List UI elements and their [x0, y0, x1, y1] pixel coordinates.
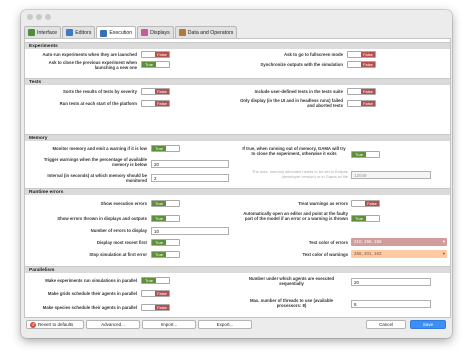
- parallel-species-label: Make species schedule their agents in pa…: [42, 305, 137, 310]
- number-of-errors-label: Number of errors to display: [90, 228, 147, 233]
- section-header-memory: Memory: [25, 134, 450, 141]
- sequential-threshold-label: Number under which agents are executed s…: [248, 276, 335, 287]
- editors-icon: [66, 29, 74, 36]
- warning-color-value: 255, 201, 162: [354, 251, 382, 256]
- only-failed-tests-toggle[interactable]: False: [347, 100, 376, 107]
- tab-label: Execution: [109, 30, 133, 36]
- warning-color-picker[interactable]: 255, 201, 162 ▾: [351, 250, 447, 258]
- memory-threshold-field[interactable]: 20: [151, 160, 229, 168]
- sync-outputs-toggle[interactable]: False: [347, 61, 376, 68]
- parallel-species-toggle[interactable]: False: [141, 304, 170, 311]
- close-window-button[interactable]: [27, 14, 33, 20]
- fullscreen-toggle[interactable]: False: [347, 51, 376, 58]
- tab-displays[interactable]: Displays: [137, 26, 174, 38]
- revert-label: Revert to defaults: [38, 322, 74, 327]
- parallel-experiments-label: Make experiments run simulations in para…: [45, 278, 137, 283]
- export-button[interactable]: Export...: [198, 320, 252, 329]
- preferences-window: Interface Editors Execution Displays Dat…: [21, 10, 452, 338]
- recent-first-toggle[interactable]: True: [151, 239, 180, 246]
- execution-icon: [100, 29, 108, 37]
- sort-tests-label: Sorts the results of tests by severity: [62, 89, 137, 94]
- section-header-runtime-errors: Runtime errors: [25, 188, 450, 195]
- show-thrown-errors-toggle[interactable]: True: [151, 215, 180, 222]
- ask-close-label: Ask to close the previous experiment whe…: [48, 60, 137, 71]
- user-defined-tests-toggle[interactable]: False: [347, 88, 376, 95]
- stop-simulation-label: Stop simulation at first error: [89, 252, 147, 257]
- max-threads-label: Max. number of threads to use (available…: [249, 298, 334, 309]
- autorun-label: Auto-run experiments when they are launc…: [42, 52, 137, 57]
- number-of-errors-field[interactable]: 10: [151, 227, 229, 235]
- stop-simulation-toggle[interactable]: True: [151, 251, 180, 258]
- monitor-memory-label: Monitor memory and emit a warning if it …: [52, 146, 147, 151]
- tab-label: Displays: [150, 29, 170, 36]
- advanced-button[interactable]: Advanced...: [86, 320, 140, 329]
- sync-outputs-label: Synchronize outputs with the simulation: [260, 62, 343, 67]
- max-threads-field[interactable]: 8: [351, 300, 431, 308]
- max-memory-note: The max. memory allocated needs to be se…: [251, 169, 348, 179]
- fullscreen-label: Ask to go to fullscreen mode: [284, 52, 343, 57]
- recent-first-label: Display most recent first: [96, 240, 147, 245]
- sort-tests-toggle[interactable]: False: [141, 88, 170, 95]
- tab-bar: Interface Editors Execution Displays Dat…: [24, 26, 238, 39]
- memory-threshold-label: Trigger warnings when the percentage of …: [43, 157, 147, 168]
- import-button[interactable]: Import...: [142, 320, 196, 329]
- tab-label: Editors: [75, 29, 92, 36]
- auto-open-editor-label: Automatically open an editor and point a…: [243, 211, 348, 222]
- minimize-window-button[interactable]: [36, 14, 42, 20]
- ask-close-toggle[interactable]: True: [141, 61, 170, 68]
- monitor-memory-toggle[interactable]: True: [151, 145, 180, 152]
- run-tests-toggle[interactable]: False: [141, 100, 170, 107]
- parallel-grids-toggle[interactable]: False: [141, 290, 170, 297]
- save-button[interactable]: Save: [410, 320, 446, 329]
- close-experiment-toggle[interactable]: True: [351, 151, 380, 158]
- tab-editors[interactable]: Editors: [62, 26, 96, 38]
- tab-label: Data and Operators: [187, 29, 234, 36]
- chevron-down-icon: ▾: [442, 251, 445, 256]
- only-failed-tests-label: Only display (in the UI and in headless …: [240, 98, 343, 109]
- tab-label: Interface: [37, 29, 58, 36]
- zoom-window-button[interactable]: [45, 14, 51, 20]
- chevron-down-icon: ▾: [442, 239, 445, 244]
- close-experiment-label: If true, when running out of memory, GAM…: [242, 146, 346, 157]
- button-bar: ↺ Revert to defaults Advanced... Import.…: [24, 320, 449, 332]
- show-execution-errors-label: Show execution errors: [100, 201, 147, 206]
- error-color-label: Text color of errors: [308, 240, 348, 245]
- tab-interface[interactable]: Interface: [24, 26, 62, 38]
- displays-icon: [141, 29, 149, 36]
- parallel-grids-label: Make grids schedule their agents in para…: [47, 291, 137, 296]
- revert-to-defaults-button[interactable]: ↺ Revert to defaults: [26, 320, 84, 329]
- execution-preferences-panel: Experiments Auto-run experiments when th…: [24, 38, 451, 318]
- autorun-toggle[interactable]: False: [141, 51, 170, 58]
- max-memory-field: 12048: [351, 171, 431, 179]
- show-thrown-errors-label: Show errors thrown in displays and outpu…: [57, 216, 147, 221]
- title-bar: [21, 10, 452, 24]
- error-color-picker[interactable]: 210, 155, 156 ▾: [351, 238, 447, 246]
- run-tests-label: Run tests at each start of the platform: [59, 101, 137, 106]
- revert-icon: ↺: [30, 322, 36, 328]
- user-defined-tests-label: Include user-defined tests in the tests …: [254, 89, 343, 94]
- cancel-button[interactable]: Cancel: [366, 320, 406, 329]
- sequential-threshold-field[interactable]: 20: [351, 278, 431, 286]
- section-header-tests: Tests: [25, 78, 450, 85]
- memory-interval-field[interactable]: 2: [151, 174, 229, 182]
- warning-color-label: Text color of warnings: [302, 252, 348, 257]
- section-header-experiments: Experiments: [25, 42, 450, 49]
- memory-interval-label: Interval (in seconds) at which memory sh…: [47, 173, 147, 184]
- data-icon: [178, 29, 186, 36]
- treat-warnings-toggle[interactable]: False: [351, 200, 380, 207]
- error-color-value: 210, 155, 156: [354, 239, 382, 244]
- parallel-experiments-toggle[interactable]: True: [141, 277, 170, 284]
- auto-open-editor-toggle[interactable]: True: [351, 215, 380, 222]
- section-header-parallelism: Parallelism: [25, 266, 450, 273]
- treat-warnings-label: Treat warnings as errors: [298, 201, 348, 206]
- interface-icon: [28, 29, 35, 36]
- tab-data-and-operators[interactable]: Data and Operators: [174, 26, 238, 38]
- show-execution-errors-toggle[interactable]: True: [151, 200, 180, 207]
